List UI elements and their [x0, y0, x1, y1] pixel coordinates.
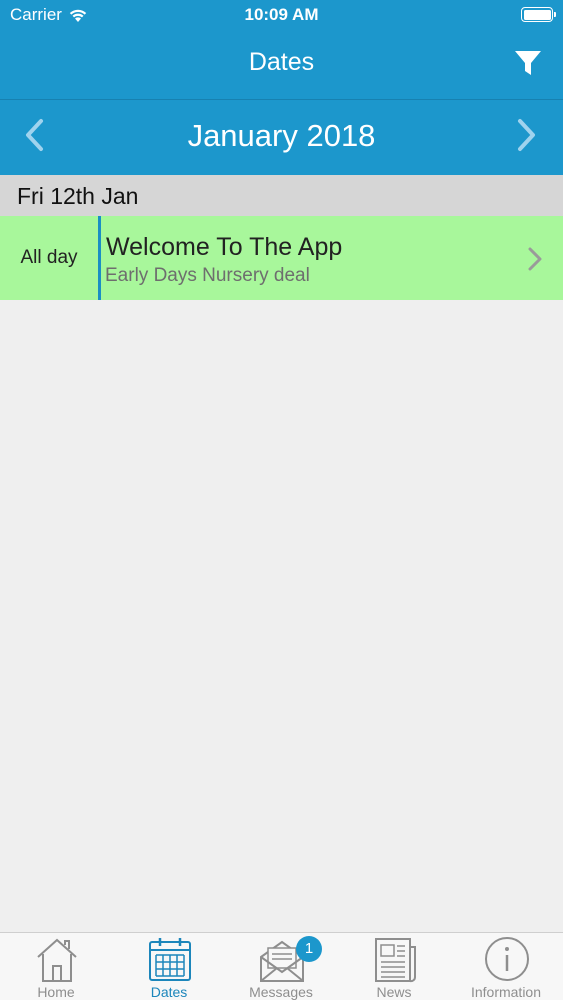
- month-label: January 2018: [187, 118, 376, 153]
- page-title: Dates: [248, 48, 315, 76]
- status-time: 10:09 AM: [244, 5, 319, 24]
- tab-home-label: Home: [37, 984, 75, 1000]
- event-title: Welcome To The App: [106, 233, 343, 261]
- tab-information[interactable]: Information: [450, 933, 562, 1000]
- tab-home[interactable]: Home: [0, 933, 112, 1000]
- day-header-label: Fri 12th Jan: [17, 183, 139, 209]
- chevron-right-icon: [528, 247, 542, 271]
- tab-bar: Home Dates Messages News Information: [0, 932, 563, 1000]
- messages-badge: 1: [296, 936, 322, 962]
- newspaper-icon: [375, 938, 416, 983]
- month-selector: January 2018: [0, 100, 563, 175]
- filter-icon[interactable]: [513, 48, 543, 78]
- tab-messages-label: Messages: [249, 984, 313, 1000]
- day-header: Fri 12th Jan: [0, 175, 563, 216]
- tab-news-label: News: [376, 984, 412, 1000]
- event-divider: [98, 216, 101, 300]
- battery-icon: [521, 7, 556, 22]
- calendar-icon: [149, 938, 191, 981]
- navigation-bar: Dates: [0, 30, 563, 100]
- tab-dates[interactable]: Dates: [113, 933, 225, 1000]
- status-bar: Carrier 10:09 AM: [0, 0, 563, 30]
- tab-dates-label: Dates: [150, 984, 188, 1000]
- tab-news[interactable]: News: [338, 933, 450, 1000]
- house-icon: [37, 938, 77, 982]
- next-month-icon[interactable]: [511, 117, 541, 153]
- event-subtitle: Early Days Nursery deal: [105, 265, 310, 286]
- event-row[interactable]: All day Welcome To The App Early Days Nu…: [0, 216, 563, 300]
- info-icon: [485, 937, 529, 981]
- tab-information-label: Information: [470, 984, 542, 1000]
- event-time: All day: [20, 247, 78, 268]
